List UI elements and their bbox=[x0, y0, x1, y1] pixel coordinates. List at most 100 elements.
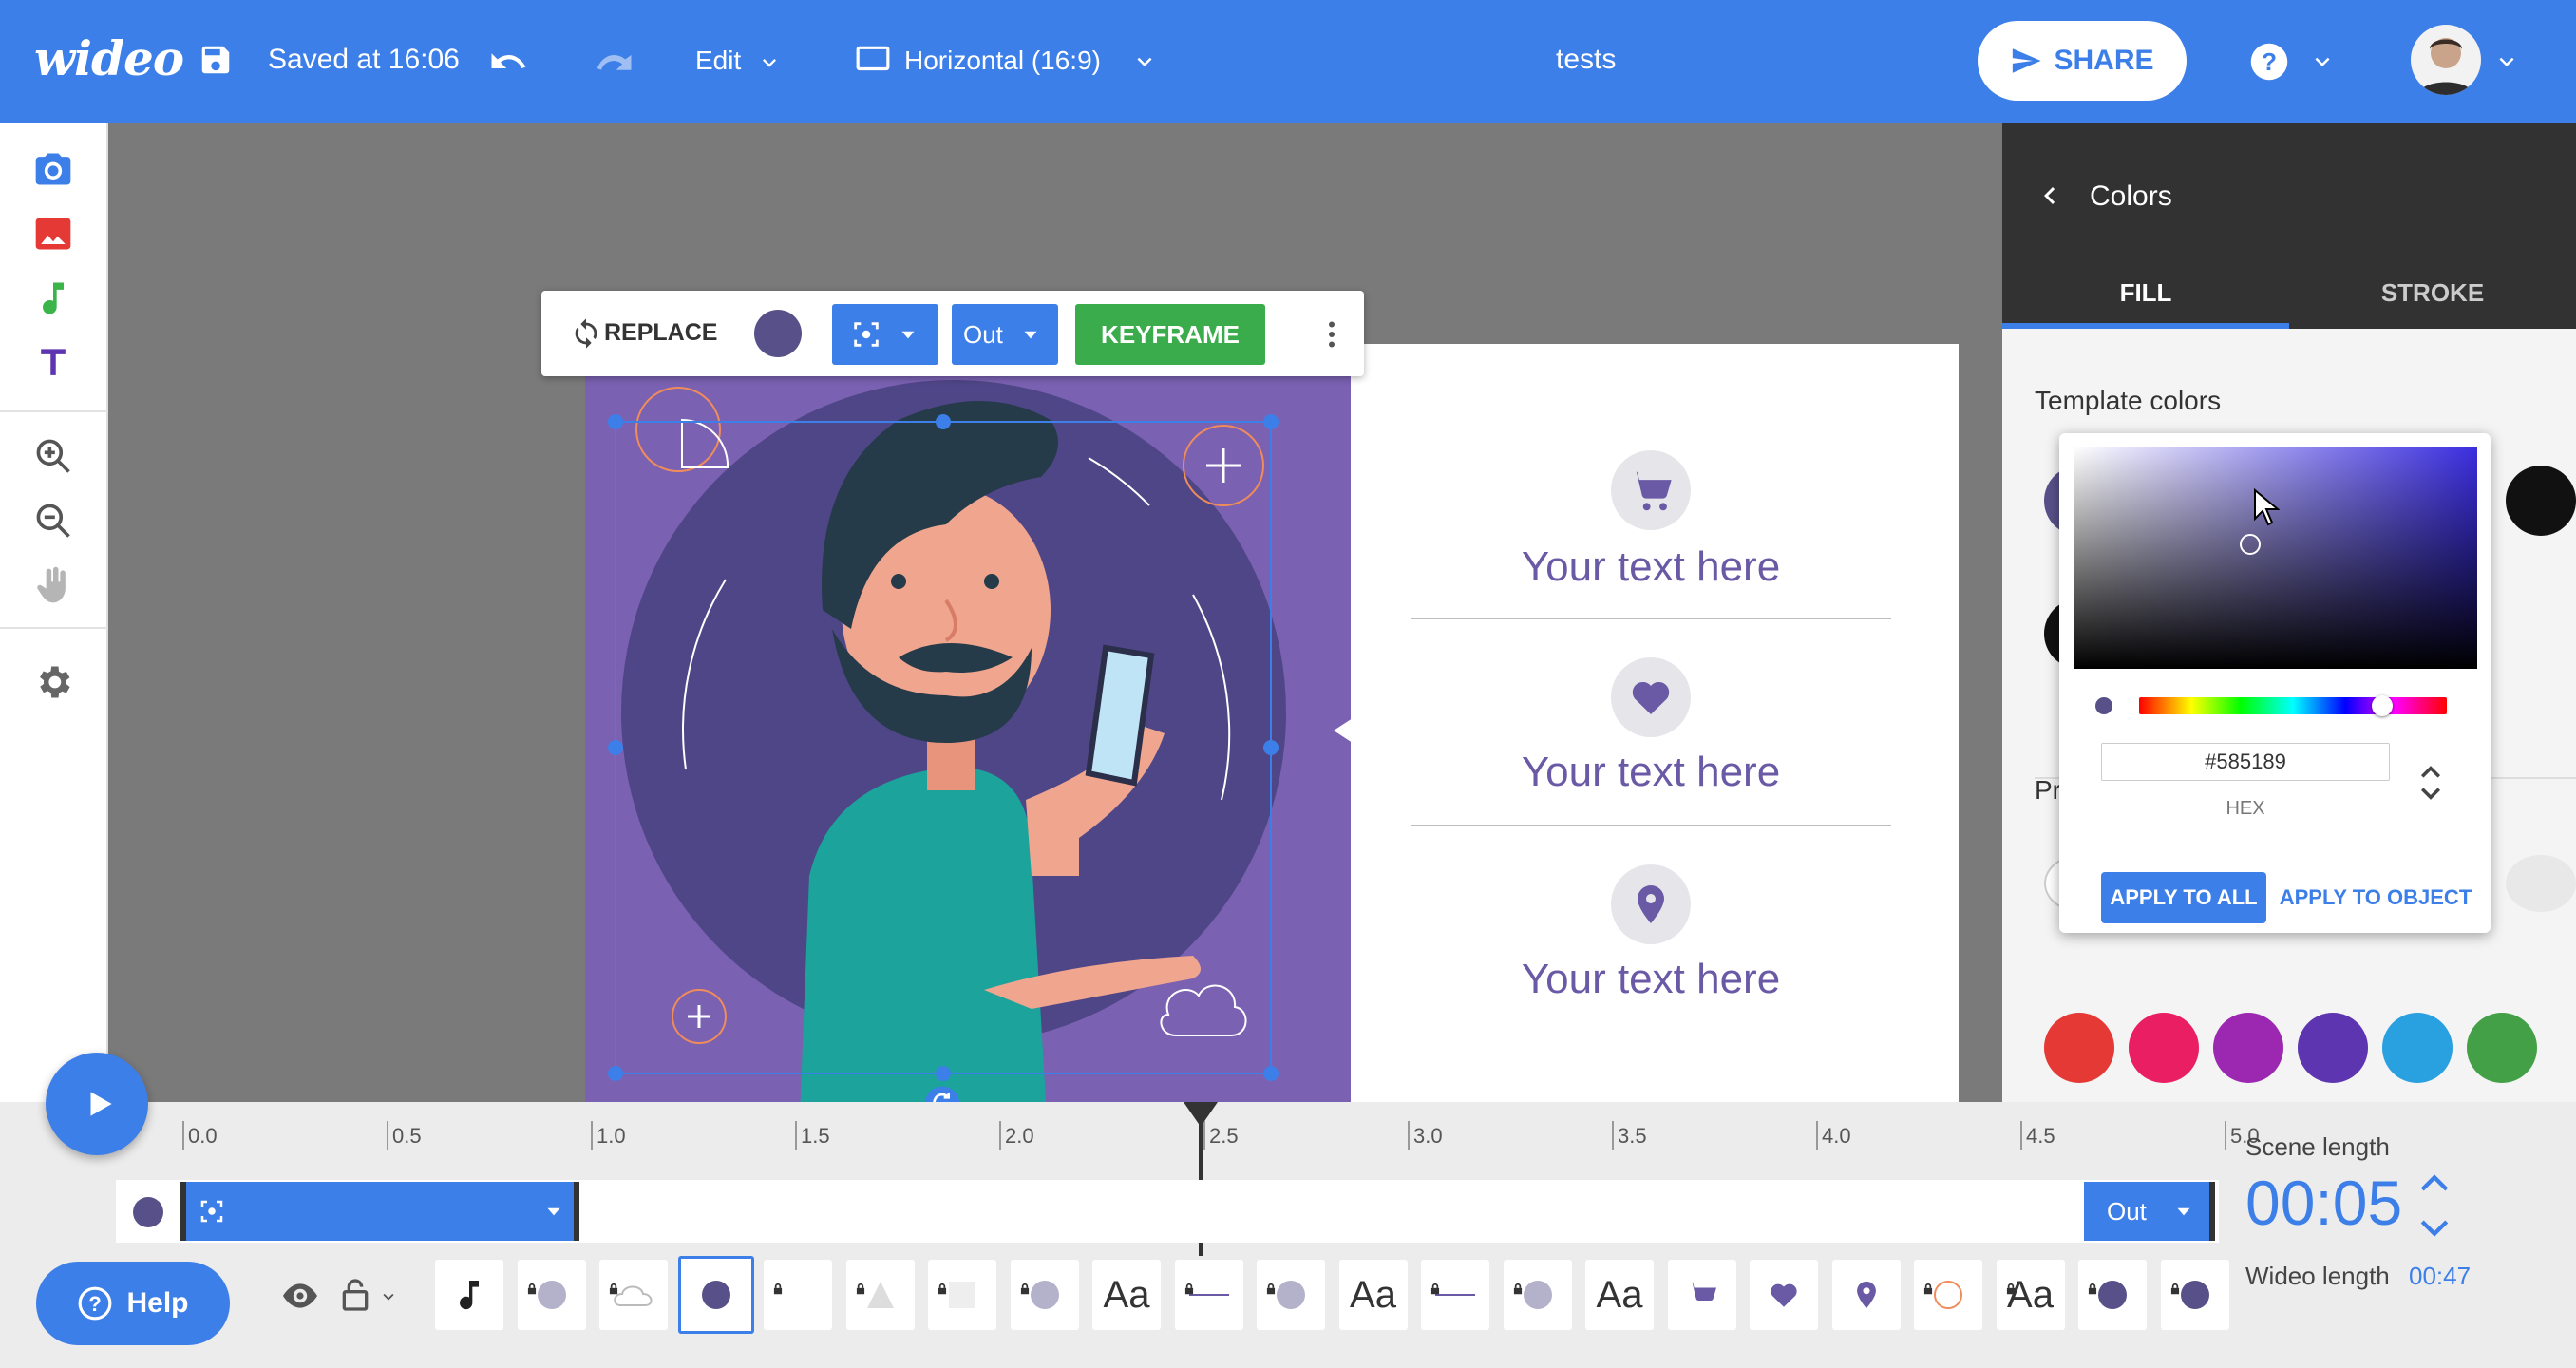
location-pin-icon-badge[interactable] bbox=[1611, 864, 1691, 944]
text-item-1[interactable]: Your text here bbox=[1404, 543, 1898, 591]
scene-element-square[interactable] bbox=[928, 1260, 996, 1330]
replace-button[interactable]: REPLACE bbox=[604, 319, 717, 347]
camera-icon[interactable] bbox=[32, 148, 74, 190]
replace-icon[interactable] bbox=[570, 317, 602, 350]
text-item-3[interactable]: Your text here bbox=[1404, 956, 1898, 1003]
share-button[interactable]: SHARE bbox=[1978, 21, 2187, 101]
scene-element-music[interactable] bbox=[435, 1260, 503, 1330]
scene-element-circle-faded[interactable] bbox=[1010, 1260, 1079, 1330]
palette-swatch[interactable] bbox=[2298, 1013, 2368, 1083]
eye-icon[interactable] bbox=[279, 1279, 321, 1313]
scene-length-stepper[interactable] bbox=[2418, 1170, 2451, 1241]
apply-to-all-button[interactable]: APPLY TO ALL bbox=[2101, 872, 2266, 923]
wideo-logo[interactable]: wideo bbox=[34, 30, 184, 86]
scene-element-circle-faded[interactable] bbox=[1503, 1260, 1572, 1330]
scene-element-circle[interactable] bbox=[2160, 1260, 2229, 1330]
chevron-down-icon[interactable] bbox=[2492, 48, 2521, 76]
chevron-down-icon[interactable] bbox=[541, 1199, 566, 1224]
scene-element-text[interactable]: Aa bbox=[1092, 1260, 1161, 1330]
palette-swatch[interactable] bbox=[2467, 1013, 2537, 1083]
saturation-value-area[interactable] bbox=[2074, 446, 2477, 669]
keyframe-button[interactable]: KEYFRAME bbox=[1075, 304, 1265, 365]
track-object-thumbnail bbox=[133, 1197, 163, 1227]
selection-box[interactable] bbox=[604, 410, 1282, 1085]
help-icon: ? bbox=[79, 1286, 112, 1320]
scene-element-cart[interactable] bbox=[1667, 1260, 1736, 1330]
palette-swatch[interactable] bbox=[2506, 855, 2576, 912]
exit-animation-select[interactable]: Out bbox=[952, 304, 1058, 365]
undo-icon[interactable] bbox=[488, 42, 528, 82]
gear-icon[interactable] bbox=[32, 661, 74, 703]
palette-swatch[interactable] bbox=[2382, 1013, 2453, 1083]
back-arrow-icon[interactable] bbox=[2033, 179, 2067, 213]
sv-cursor[interactable] bbox=[2240, 534, 2261, 555]
chevron-down-icon[interactable] bbox=[756, 49, 783, 76]
aspect-ratio-select[interactable]: Horizontal (16:9) bbox=[904, 46, 1101, 76]
scene-element-blank[interactable] bbox=[764, 1260, 832, 1330]
hue-slider[interactable] bbox=[2139, 697, 2447, 714]
scene-element-text[interactable]: Aa bbox=[1338, 1260, 1408, 1330]
scene-element-circle-faded[interactable] bbox=[1257, 1260, 1325, 1330]
hand-icon[interactable] bbox=[32, 564, 74, 606]
lock-icon bbox=[1922, 1264, 1935, 1295]
panel-arrow bbox=[1334, 718, 1353, 743]
music-icon[interactable] bbox=[32, 277, 74, 319]
palette-swatch[interactable] bbox=[2213, 1013, 2283, 1083]
playhead-handle[interactable] bbox=[1184, 1102, 1218, 1127]
scene-length-value[interactable]: 00:05 bbox=[2245, 1167, 2402, 1239]
lock-icon[interactable] bbox=[336, 1275, 374, 1315]
format-toggle-icon[interactable] bbox=[2416, 762, 2445, 804]
scene-element-circle-faded[interactable] bbox=[517, 1260, 586, 1330]
timeline-tick bbox=[795, 1121, 797, 1150]
enter-animation-end-handle[interactable] bbox=[574, 1182, 579, 1241]
save-icon[interactable] bbox=[198, 42, 234, 78]
zoom-out-icon[interactable] bbox=[32, 500, 74, 542]
tab-stroke[interactable]: STROKE bbox=[2289, 256, 2576, 329]
user-avatar[interactable] bbox=[2411, 25, 2481, 95]
scene-element-text[interactable]: Aa bbox=[1585, 1260, 1654, 1330]
scene-canvas[interactable]: Your text here Your text here Your text … bbox=[585, 344, 1959, 1122]
scene-element-heart[interactable] bbox=[1750, 1260, 1818, 1330]
play-button[interactable] bbox=[46, 1053, 148, 1155]
scene-element-circle[interactable] bbox=[677, 1256, 754, 1334]
apply-to-object-button[interactable]: APPLY TO OBJECT bbox=[2276, 872, 2475, 923]
text-icon[interactable] bbox=[32, 342, 74, 384]
hue-slider-thumb[interactable] bbox=[2371, 695, 2393, 716]
scene-element-line[interactable] bbox=[1421, 1260, 1489, 1330]
enter-animation-block[interactable] bbox=[186, 1182, 579, 1241]
scene-element-triangle[interactable] bbox=[845, 1260, 915, 1330]
scene-element-cloud[interactable] bbox=[599, 1260, 668, 1330]
zoom-in-icon[interactable] bbox=[32, 435, 74, 477]
more-vertical-icon[interactable] bbox=[1315, 315, 1349, 353]
template-color-swatch[interactable] bbox=[2506, 466, 2576, 536]
image-icon[interactable] bbox=[32, 213, 74, 255]
exit-animation-block[interactable]: Out bbox=[2084, 1182, 2213, 1241]
scene-element-line[interactable] bbox=[1174, 1260, 1243, 1330]
text-item-2[interactable]: Your text here bbox=[1404, 749, 1898, 796]
track-end-handle[interactable] bbox=[2209, 1182, 2215, 1241]
help-icon[interactable]: ? bbox=[2249, 42, 2289, 82]
project-title[interactable]: tests bbox=[1556, 44, 1616, 76]
palette-swatch[interactable] bbox=[2129, 1013, 2199, 1083]
edit-menu[interactable]: Edit bbox=[695, 46, 741, 76]
lock-icon bbox=[607, 1264, 620, 1295]
fill-color-swatch[interactable] bbox=[754, 310, 802, 357]
scene-element-circle[interactable] bbox=[2078, 1260, 2147, 1330]
chevron-down-icon[interactable] bbox=[378, 1286, 399, 1307]
chevron-down-icon[interactable] bbox=[2308, 48, 2337, 76]
chevron-down-icon[interactable] bbox=[1130, 48, 1159, 76]
help-button[interactable]: ? Help bbox=[36, 1262, 230, 1345]
cart-icon-badge[interactable] bbox=[1611, 450, 1691, 530]
scene-element-pin[interactable] bbox=[1831, 1260, 1901, 1330]
enter-animation-select[interactable] bbox=[832, 304, 938, 365]
redo-icon[interactable] bbox=[595, 42, 635, 82]
scene-element-text[interactable]: Aa bbox=[1996, 1260, 2065, 1330]
animation-in-icon bbox=[854, 322, 879, 347]
help-label: Help bbox=[126, 1287, 189, 1319]
tab-fill[interactable]: FILL bbox=[2002, 256, 2289, 329]
palette-swatch[interactable] bbox=[2044, 1013, 2114, 1083]
heart-icon-badge[interactable] bbox=[1611, 657, 1691, 737]
hex-input[interactable]: #585189 bbox=[2101, 743, 2390, 781]
scene-element-orange-ring[interactable] bbox=[1914, 1260, 1982, 1330]
timeline-tick bbox=[2225, 1121, 2226, 1150]
